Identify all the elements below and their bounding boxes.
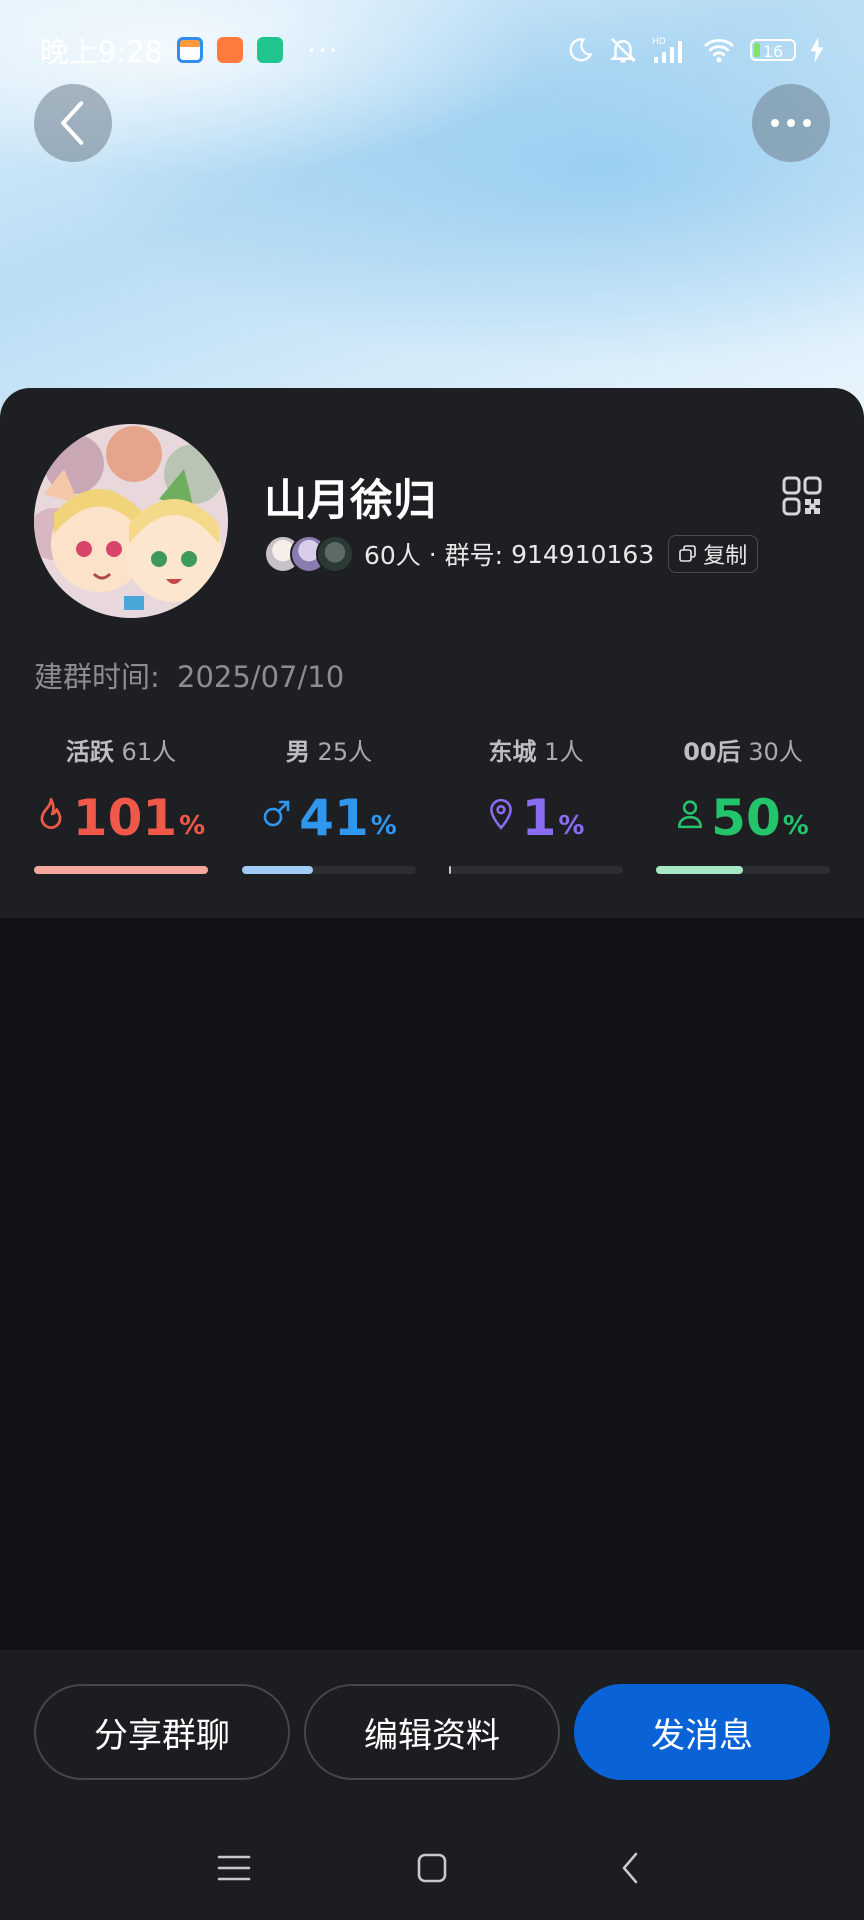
group-id-value: 914910163 bbox=[511, 539, 655, 569]
nav-menu-button[interactable] bbox=[204, 1846, 264, 1890]
charging-icon bbox=[810, 37, 824, 63]
music-app-icon bbox=[257, 37, 284, 63]
stat-label: 东城 bbox=[488, 738, 537, 766]
copy-button[interactable]: 复制 bbox=[668, 535, 759, 573]
edit-profile-button[interactable]: 编辑资料 bbox=[304, 1684, 560, 1780]
stat-count: 25人 bbox=[317, 738, 373, 766]
group-name: 山月徐归 bbox=[264, 476, 436, 526]
stat-label: 活跃 bbox=[65, 738, 114, 766]
home-square-icon bbox=[417, 1853, 447, 1883]
copy-icon bbox=[679, 545, 697, 562]
back-button[interactable] bbox=[34, 84, 112, 162]
stat-progress-fill bbox=[656, 866, 743, 874]
notification-more-icon: ··· bbox=[307, 33, 340, 67]
stat-progress-bar bbox=[34, 866, 208, 874]
flame-icon bbox=[40, 797, 62, 829]
stat-active[interactable]: 活跃 61人 101% bbox=[34, 736, 208, 846]
stat-count: 61人 bbox=[121, 738, 177, 766]
member-count[interactable]: 60人 bbox=[364, 536, 421, 572]
back-chevron-icon bbox=[622, 1852, 638, 1884]
stat-progress-fill bbox=[34, 866, 208, 874]
member-avatar[interactable] bbox=[316, 535, 354, 573]
location-pin-icon bbox=[489, 798, 512, 830]
meta-separator: · bbox=[420, 539, 445, 569]
status-time: 晚上9:28 bbox=[40, 35, 164, 69]
edit-profile-label: 编辑资料 bbox=[364, 1715, 500, 1756]
stat-male[interactable]: 男 25人 41% bbox=[242, 736, 416, 846]
created-label: 建群时间: bbox=[34, 660, 160, 694]
bell-muted-icon bbox=[609, 37, 637, 63]
stat-progress-bar bbox=[656, 866, 830, 874]
battery-level: 16 bbox=[762, 42, 784, 61]
stat-progress-fill bbox=[449, 866, 451, 874]
svg-text:HD: HD bbox=[652, 37, 666, 47]
stat-value: 1 bbox=[521, 789, 557, 847]
stat-age[interactable]: 00后 30人 50% bbox=[656, 736, 830, 846]
stat-unit: % bbox=[370, 811, 397, 841]
created-date-row: 建群时间: 2025/07/10 bbox=[34, 654, 344, 696]
stat-unit: % bbox=[558, 811, 585, 841]
stat-count: 30人 bbox=[748, 738, 803, 766]
share-group-label: 分享群聊 bbox=[94, 1715, 230, 1756]
moon-icon bbox=[569, 38, 593, 62]
stat-value: 50 bbox=[711, 789, 781, 847]
stat-label: 男 bbox=[285, 738, 310, 766]
created-value: 2025/07/10 bbox=[177, 660, 345, 694]
stat-value: 41 bbox=[299, 789, 369, 847]
group-meta-row: 60人 · 群号: 914910163 复制 bbox=[264, 533, 759, 575]
menu-icon bbox=[217, 1855, 251, 1881]
stat-city[interactable]: 东城 1人 1% bbox=[449, 736, 623, 846]
stat-progress-fill bbox=[242, 866, 313, 874]
person-icon bbox=[678, 800, 703, 829]
copy-label: 复制 bbox=[703, 544, 748, 569]
status-bar: 晚上9:28 ··· HD 16 bbox=[0, 0, 864, 100]
stat-count: 1人 bbox=[544, 738, 584, 766]
stat-progress-bar bbox=[449, 866, 623, 874]
stat-unit: % bbox=[782, 811, 809, 841]
more-options-button[interactable] bbox=[752, 84, 830, 162]
group-avatar[interactable] bbox=[34, 424, 228, 618]
nav-home-button[interactable] bbox=[402, 1846, 462, 1890]
group-id-label: 群号: bbox=[444, 541, 504, 570]
qr-code-icon[interactable] bbox=[782, 476, 822, 516]
male-icon bbox=[263, 800, 290, 827]
stat-progress-bar bbox=[242, 866, 416, 874]
send-message-button[interactable]: 发消息 bbox=[574, 1684, 830, 1780]
stat-label: 00后 bbox=[683, 738, 741, 766]
xiaomi-app-icon bbox=[217, 37, 244, 63]
stat-value: 101 bbox=[72, 789, 178, 847]
more-horizontal-icon bbox=[771, 119, 811, 127]
send-message-label: 发消息 bbox=[651, 1715, 753, 1756]
calendar-app-icon bbox=[177, 37, 204, 63]
wifi-icon bbox=[704, 39, 734, 63]
nav-back-button[interactable] bbox=[600, 1846, 660, 1890]
share-group-button[interactable]: 分享群聊 bbox=[34, 1684, 290, 1780]
signal-icon: HD bbox=[652, 37, 682, 63]
battery-indicator: 16 bbox=[750, 39, 796, 61]
chevron-left-icon bbox=[61, 101, 84, 145]
stat-unit: % bbox=[179, 811, 206, 841]
